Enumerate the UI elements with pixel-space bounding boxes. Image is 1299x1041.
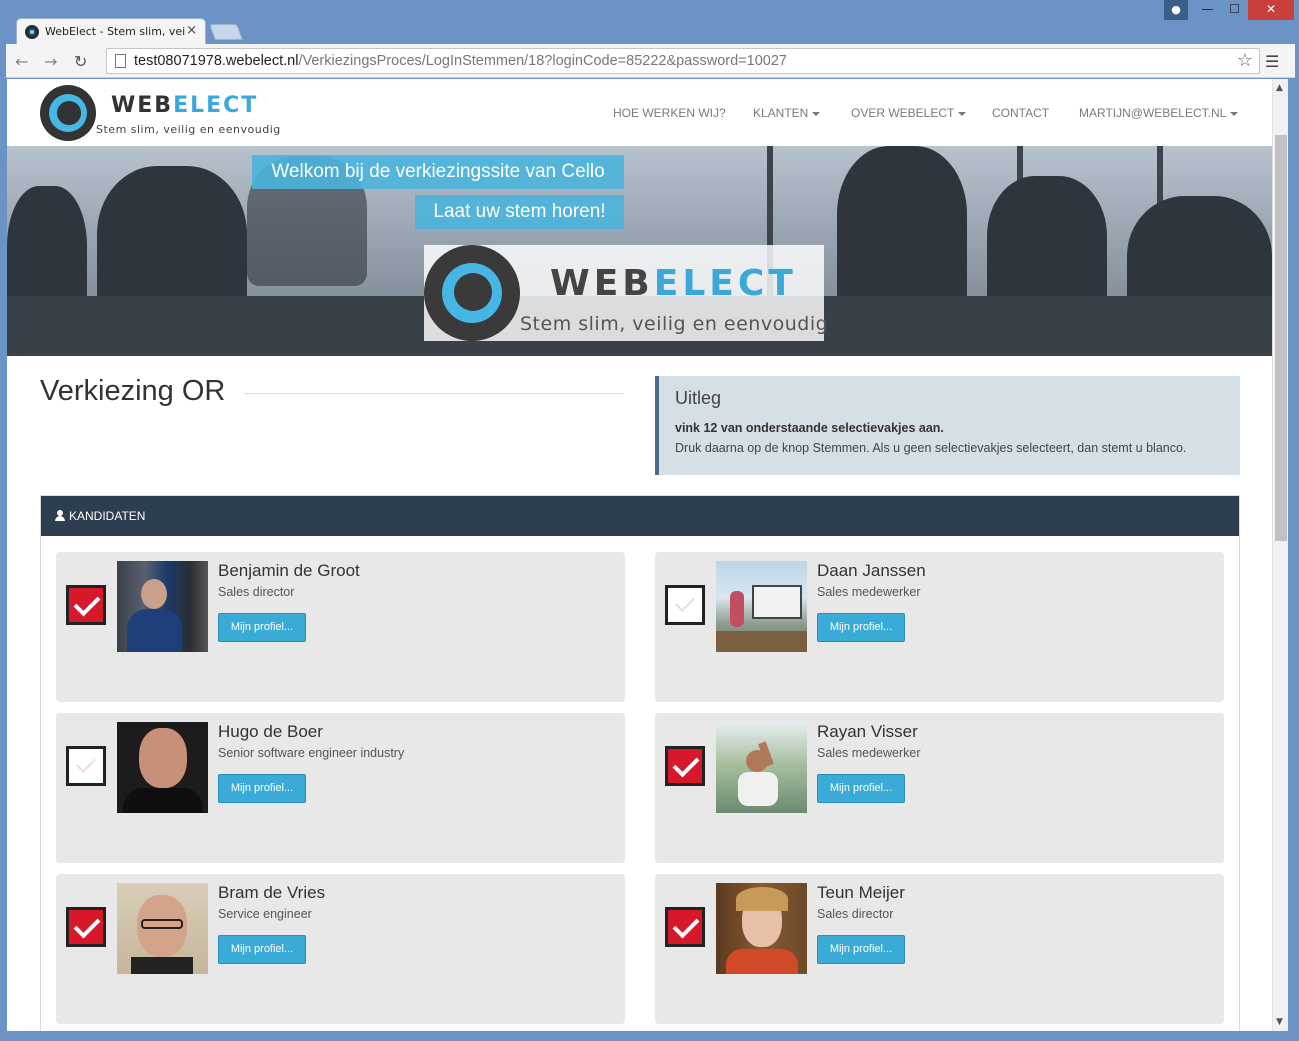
address-bar[interactable]: test08071978.webelect.nl/VerkiezingsProc… — [106, 48, 1260, 74]
page-scrollbar[interactable]: ▲ ▼ — [1272, 79, 1288, 1031]
new-tab-button[interactable] — [209, 24, 243, 40]
back-arrow-icon[interactable]: ← — [15, 52, 28, 71]
maximize-button[interactable]: ☐ — [1221, 0, 1248, 20]
candidate-photo — [716, 561, 807, 652]
welcome-banner: Welkom bij de verkiezingssite van Cello — [252, 155, 624, 189]
candidate-role: Sales director — [218, 585, 295, 599]
candidate-checkbox[interactable] — [66, 907, 106, 947]
candidate-name: Rayan Visser — [817, 722, 918, 741]
profile-button[interactable]: Mijn profiel... — [218, 935, 306, 964]
candidate-role: Sales medewerker — [817, 585, 921, 599]
explanation-box: Uitleg vink 12 van onderstaande selectie… — [655, 376, 1240, 475]
hero-logo-text: WEBELECT — [550, 263, 797, 304]
candidate-name: Hugo de Boer — [218, 722, 323, 741]
tab-close-icon[interactable]: × — [186, 23, 197, 38]
candidate-photo — [117, 561, 208, 652]
scroll-up-icon[interactable]: ▲ — [1276, 83, 1283, 93]
candidate-card: Teun Meijer Sales director Mijn profiel.… — [655, 874, 1224, 1024]
url-text[interactable]: test08071978.webelect.nl/VerkiezingsProc… — [134, 53, 787, 69]
profile-button[interactable]: Mijn profiel... — [218, 774, 306, 803]
page-title: Verkiezing OR — [40, 375, 226, 407]
candidate-card: Hugo de Boer Senior software engineer in… — [56, 713, 625, 863]
candidate-name: Teun Meijer — [817, 883, 905, 902]
page-icon — [115, 54, 126, 68]
site-logo-text[interactable]: WEBELECT — [111, 93, 258, 118]
hero-banner: Welkom bij de verkiezingssite van Cello … — [7, 146, 1272, 356]
close-window-button[interactable]: ✕ — [1248, 0, 1294, 20]
silhouette — [837, 146, 967, 316]
candidate-photo — [716, 883, 807, 974]
browser-window: WebElect - Stem slim, vei × ● — ☐ ✕ ← → … — [0, 0, 1299, 1041]
webelect-logo-icon[interactable] — [40, 85, 96, 141]
nav-over-webelect[interactable]: OVER WEBELECT — [851, 106, 967, 120]
reload-icon[interactable]: ↻ — [74, 52, 87, 71]
candidate-checkbox[interactable] — [665, 907, 705, 947]
explanation-text: Druk daarna op de knop Stemmen. Als u ge… — [675, 441, 1187, 455]
candidate-role: Sales medewerker — [817, 746, 921, 760]
candidate-checkbox[interactable] — [66, 746, 106, 786]
profile-button[interactable]: Mijn profiel... — [817, 935, 905, 964]
candidate-role: Senior software engineer industry — [218, 746, 405, 760]
browser-tab[interactable]: WebElect - Stem slim, vei × — [16, 18, 206, 45]
candidate-checkbox[interactable] — [665, 585, 705, 625]
nav-klanten[interactable]: KLANTEN — [753, 106, 821, 120]
minimize-button[interactable]: — — [1194, 0, 1221, 20]
candidate-card: Benjamin de Groot Sales director Mijn pr… — [56, 552, 625, 702]
tab-title: WebElect - Stem slim, vei — [45, 25, 185, 38]
caret-down-icon — [1230, 111, 1239, 116]
candidate-card: Bram de Vries Service engineer Mijn prof… — [56, 874, 625, 1024]
logo-word-web: WEB — [111, 93, 174, 118]
slogan-banner: Laat uw stem horen! — [415, 195, 624, 229]
caret-down-icon — [812, 111, 821, 116]
tab-strip: WebElect - Stem slim, vei × ● — ☐ ✕ — [0, 0, 1299, 45]
explanation-instruction: vink 12 van onderstaande selectievakjes … — [675, 421, 944, 435]
scroll-down-icon[interactable]: ▼ — [1276, 1017, 1283, 1027]
url-host: test08071978.webelect.nl — [134, 53, 299, 69]
scrollbar-thumb[interactable] — [1275, 135, 1287, 541]
candidate-checkbox[interactable] — [66, 585, 106, 625]
hero-logo: WEBELECT Stem slim, veilig en eenvoudig — [424, 245, 828, 341]
user-profile-icon[interactable]: ● — [1164, 0, 1188, 20]
logo-tagline: Stem slim, veilig en eenvoudig — [96, 123, 281, 136]
panel-title: KANDIDATEN — [69, 509, 146, 523]
site-header: WEBELECT Stem slim, veilig en eenvoudig … — [7, 79, 1272, 146]
candidate-photo — [716, 722, 807, 813]
panel-header: KANDIDATEN — [41, 496, 1239, 536]
user-icon — [55, 510, 65, 521]
hero-logo-tagline: Stem slim, veilig en eenvoudig — [520, 313, 829, 335]
candidate-photo — [117, 883, 208, 974]
candidate-photo — [117, 722, 208, 813]
logo-word-elect: ELECT — [173, 93, 259, 118]
url-path: /VerkiezingsProces/LogInStemmen/18?login… — [298, 53, 787, 69]
candidate-name: Daan Janssen — [817, 561, 926, 580]
browser-toolbar: ← → ↻ test08071978.webelect.nl/Verkiezin… — [6, 44, 1295, 78]
webelect-favicon-icon — [25, 25, 39, 39]
browser-menu-icon[interactable]: ☰ — [1265, 52, 1279, 71]
profile-button[interactable]: Mijn profiel... — [218, 613, 306, 642]
candidate-role: Service engineer — [218, 907, 312, 921]
candidate-name: Bram de Vries — [218, 883, 326, 902]
nav-hoe-werken-wij[interactable]: HOE WERKEN WIJ? — [613, 106, 726, 120]
explanation-heading: Uitleg — [675, 388, 722, 408]
nav-contact[interactable]: CONTACT — [992, 106, 1049, 120]
page-viewport: WEBELECT Stem slim, veilig en eenvoudig … — [7, 79, 1272, 1031]
caret-down-icon — [958, 111, 967, 116]
candidate-card: Rayan Visser Sales medewerker Mijn profi… — [655, 713, 1224, 863]
candidates-panel: KANDIDATEN Benjamin de Groot Sales direc… — [40, 495, 1240, 1031]
candidate-role: Sales director — [817, 907, 894, 921]
webelect-eye-icon — [424, 245, 520, 341]
candidate-name: Benjamin de Groot — [218, 561, 360, 580]
window-controls: — ☐ ✕ — [1194, 0, 1294, 20]
bookmark-star-icon[interactable]: ☆ — [1237, 50, 1253, 71]
title-divider — [244, 393, 624, 394]
candidate-checkbox[interactable] — [665, 746, 705, 786]
candidate-card: Daan Janssen Sales medewerker Mijn profi… — [655, 552, 1224, 702]
profile-button[interactable]: Mijn profiel... — [817, 613, 905, 642]
forward-arrow-icon[interactable]: → — [44, 52, 57, 71]
profile-button[interactable]: Mijn profiel... — [817, 774, 905, 803]
nav-user-account[interactable]: MARTIJN@WEBELECT.NL — [1079, 106, 1239, 120]
